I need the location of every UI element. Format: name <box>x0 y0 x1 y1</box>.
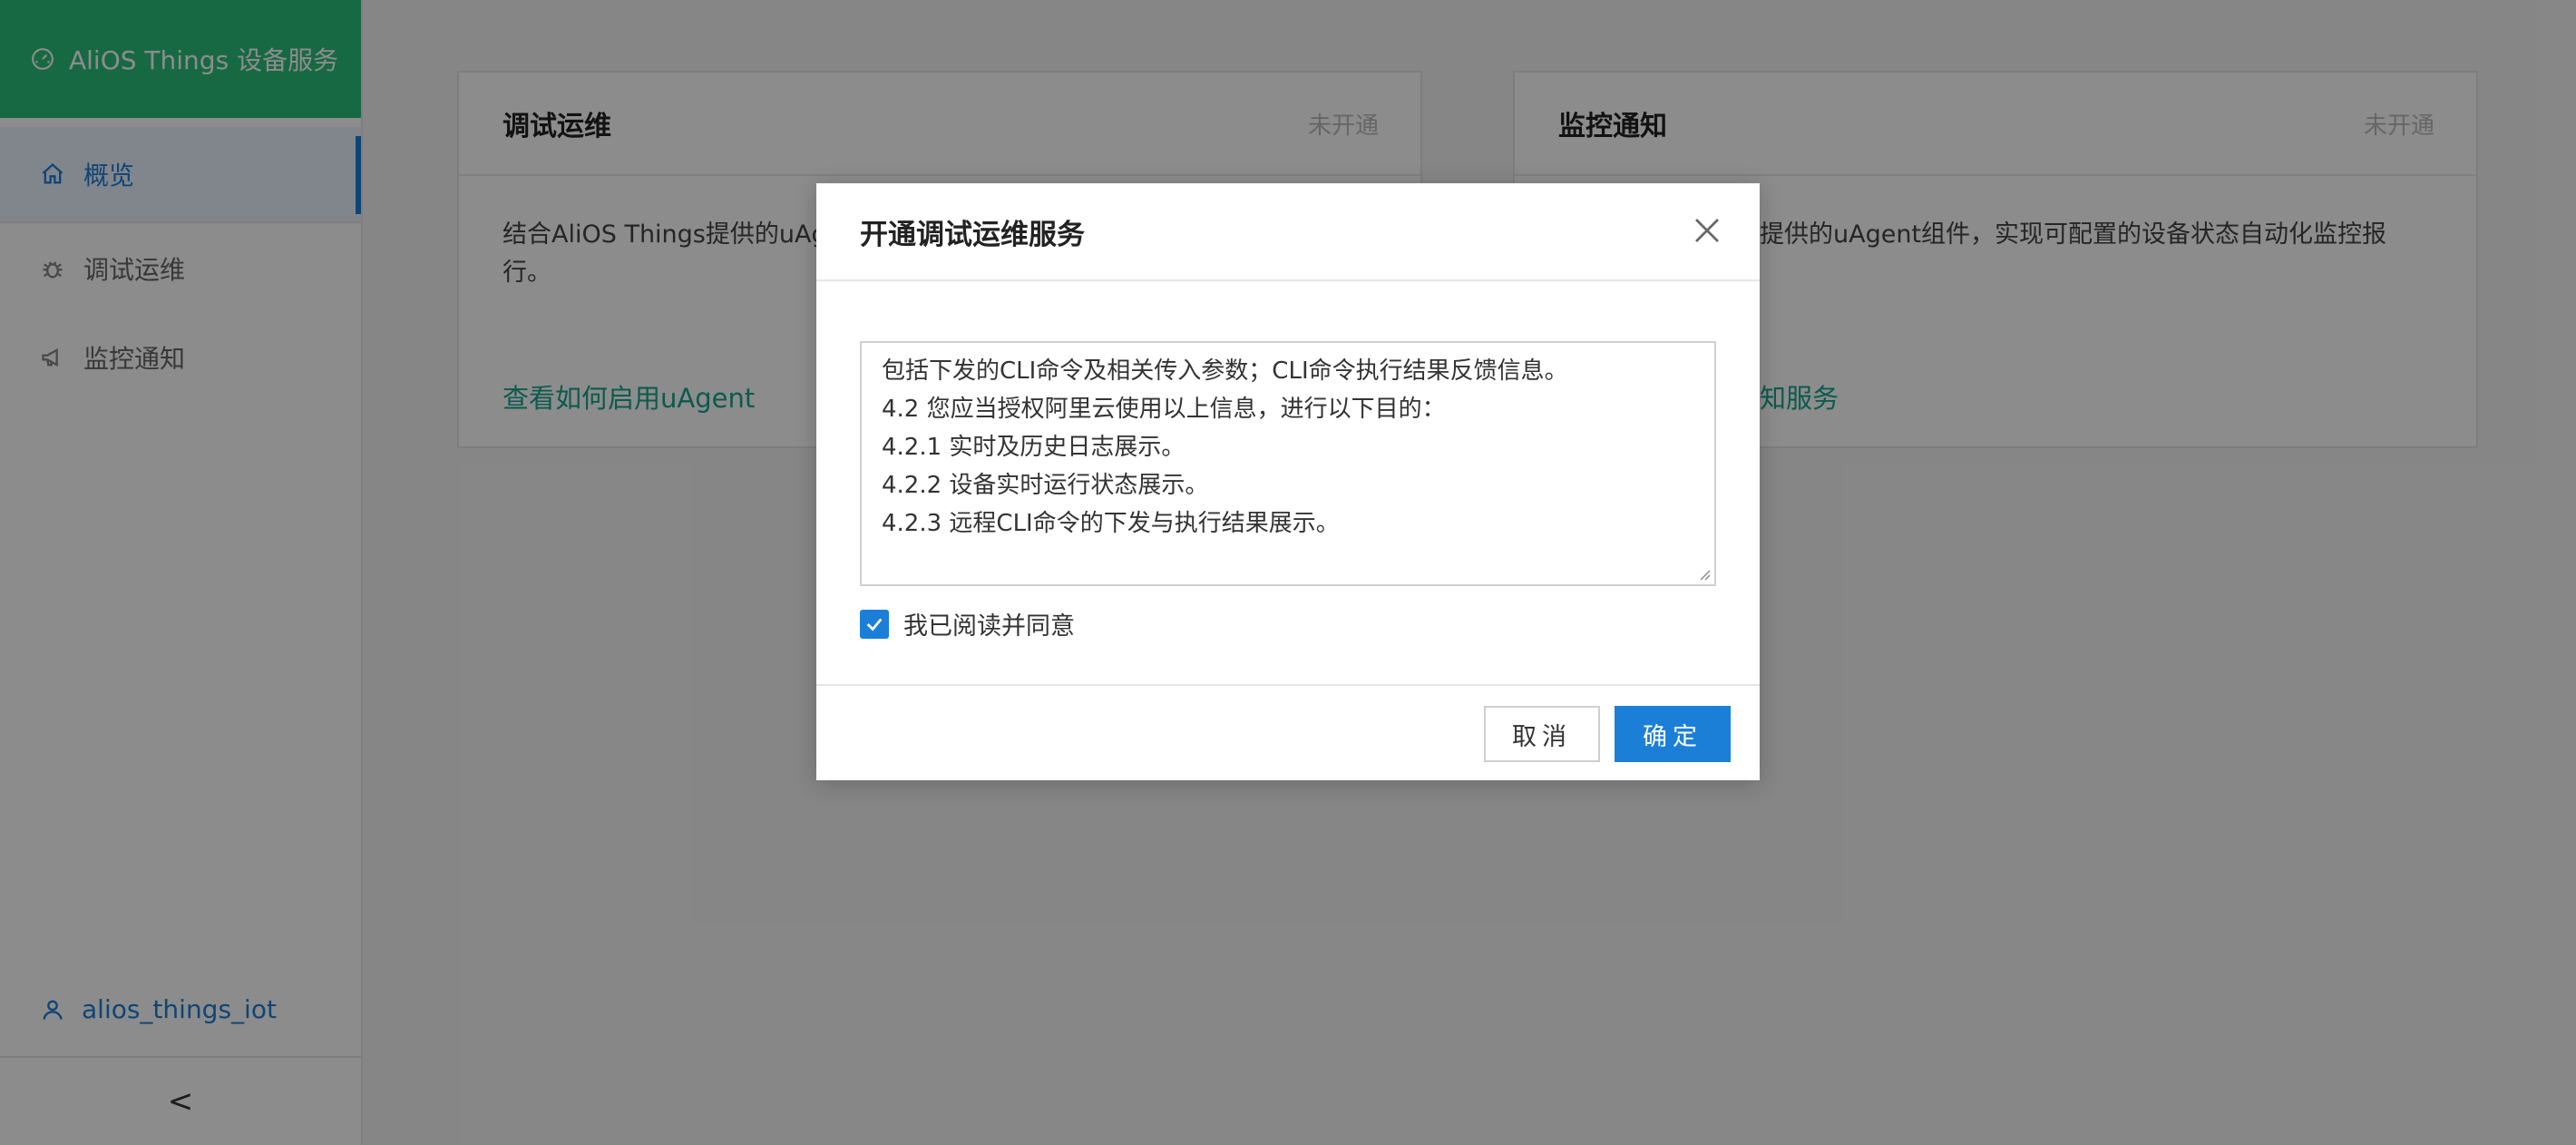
terms-line: 4.2.2 设备实时运行状态展示。 <box>882 472 1209 499</box>
enable-service-dialog: 开通调试运维服务 包括下发的CLI命令及相关传入参数；CLI命令执行结果反馈信息… <box>816 183 1760 780</box>
confirm-button[interactable]: 确定 <box>1615 706 1731 762</box>
resize-handle-icon[interactable] <box>1696 566 1711 581</box>
close-icon[interactable] <box>1691 214 1723 247</box>
dialog-footer: 取消 确定 <box>816 684 1760 780</box>
terms-textarea[interactable]: 包括下发的CLI命令及相关传入参数；CLI命令执行结果反馈信息。 4.2 您应当… <box>860 341 1716 586</box>
cancel-button[interactable]: 取消 <box>1484 706 1600 762</box>
agree-checkbox-row[interactable]: 我已阅读并同意 <box>860 606 1075 641</box>
dialog-title: 开通调试运维服务 <box>860 218 1085 251</box>
terms-line: 4.2.1 实时及历史日志展示。 <box>882 434 1186 461</box>
dialog-header: 开通调试运维服务 <box>816 183 1760 281</box>
check-icon <box>866 618 883 631</box>
terms-line: 包括下发的CLI命令及相关传入参数；CLI命令执行结果反馈信息。 <box>882 357 1568 385</box>
terms-line: 4.2.3 远程CLI命令的下发与执行结果展示。 <box>882 510 1340 537</box>
terms-line: 4.2 您应当授权阿里云使用以上信息，进行以下目的： <box>882 396 1446 423</box>
agree-checkbox[interactable] <box>860 609 889 639</box>
agree-label: 我已阅读并同意 <box>903 612 1075 641</box>
